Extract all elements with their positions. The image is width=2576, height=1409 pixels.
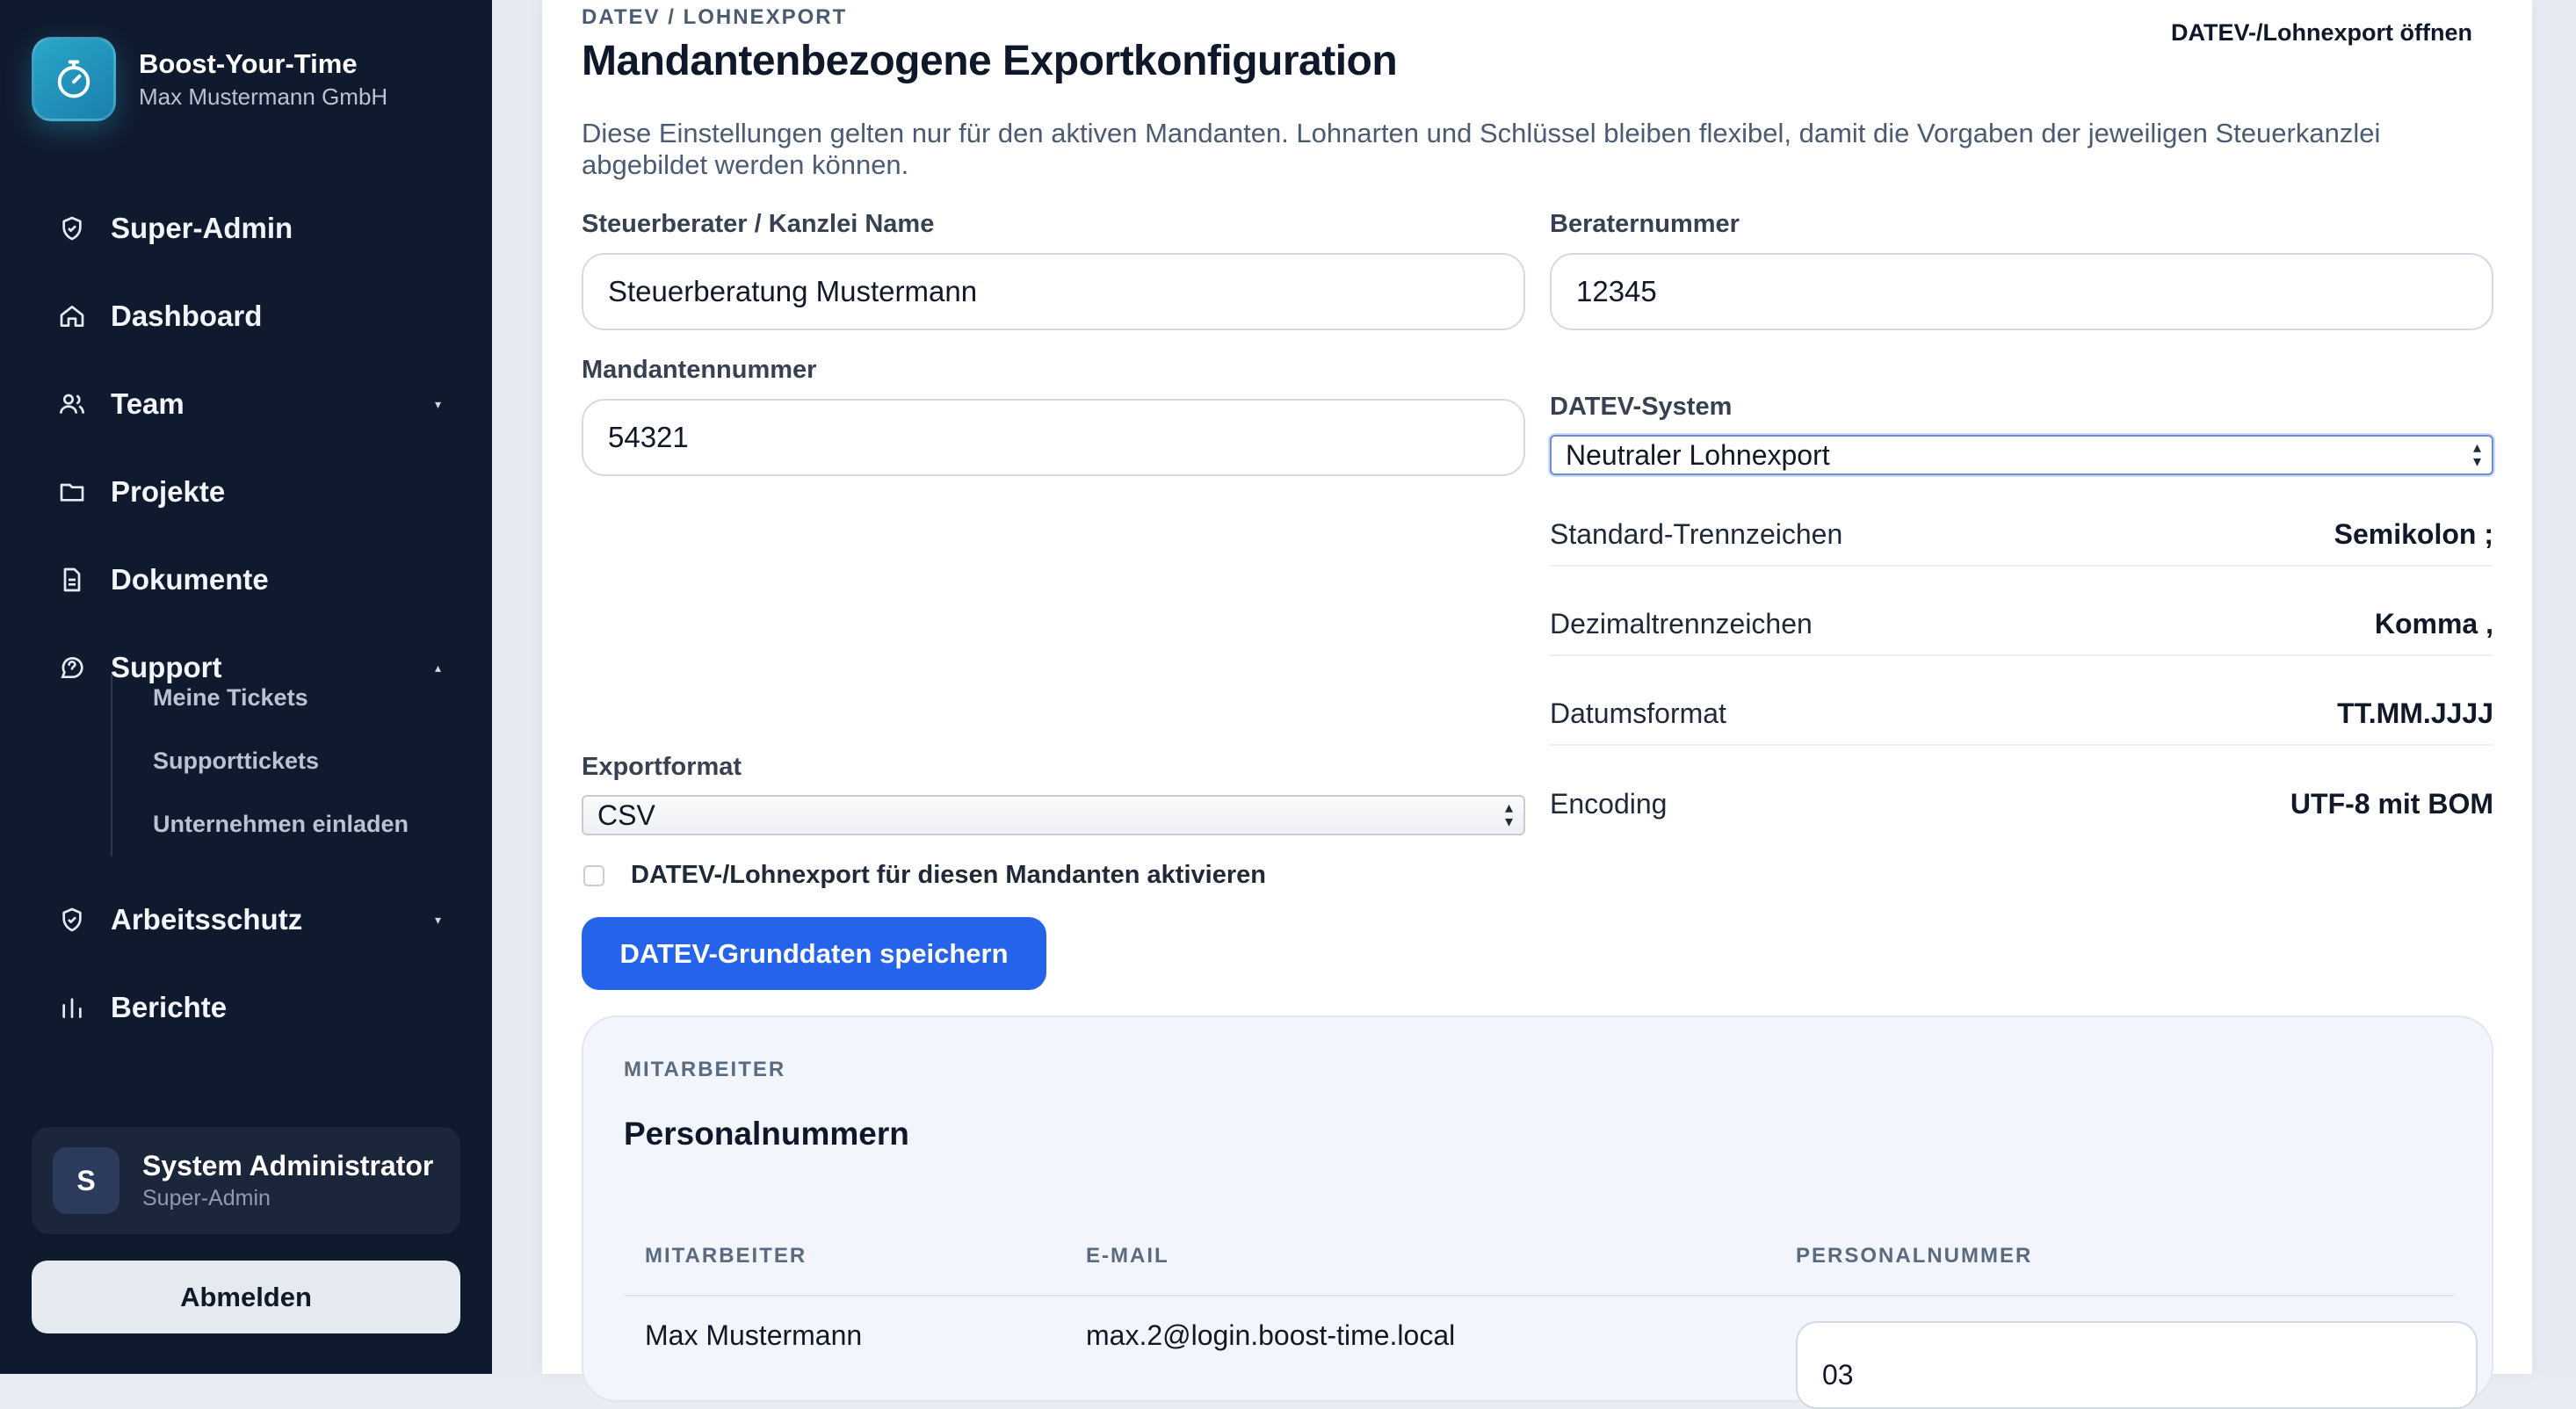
help-circle-icon	[54, 650, 90, 685]
user-role: Super-Admin	[142, 1186, 271, 1210]
brand[interactable]: Boost-Your-Time Max Mustermann GmbH	[32, 37, 387, 121]
sidebar-item-berichte[interactable]: Berichte	[54, 981, 441, 1034]
sidebar-item-label: Projekte	[111, 475, 226, 508]
sidebar-item-team[interactable]: Team ▾	[54, 378, 441, 430]
exportformat-select[interactable]: CSV ▴ ▾	[582, 795, 1525, 835]
user-card[interactable]: S System Administrator Super-Admin	[32, 1127, 460, 1234]
brand-title: Boost-Your-Time	[139, 47, 358, 79]
sidebar: Boost-Your-Time Max Mustermann GmbH Supe…	[0, 0, 492, 1374]
exportformat-label: Exportformat	[582, 753, 742, 781]
panel-title: Personalnummern	[624, 1116, 909, 1152]
select-arrows-icon: ▴ ▾	[1504, 798, 1513, 830]
calendar-icon	[54, 1078, 90, 1085]
user-name: System Administrator	[142, 1150, 434, 1181]
sidebar-item-dashboard[interactable]: Dashboard	[54, 290, 441, 343]
sidebar-item-label: Super-Admin	[111, 212, 293, 244]
folder-icon	[54, 474, 90, 509]
setting-row-dezimaltrennzeichen: Dezimaltrennzeichen Komma ,	[1550, 593, 2493, 656]
chevron-down-icon[interactable]: ▾	[435, 397, 441, 412]
setting-key: Standard-Trennzeichen	[1550, 517, 1843, 550]
sidebar-nav: Super-Admin Dashboard Team ▾ Projekte Do…	[0, 171, 492, 1085]
sidebar-item-arbeitsschutz[interactable]: Arbeitsschutz ▾	[54, 893, 441, 946]
sidebar-item-label: Arbeitsschutz	[111, 903, 303, 936]
setting-key: Dezimaltrennzeichen	[1550, 607, 1813, 639]
column-header-personalnummer: PERSONALNUMMER	[1796, 1244, 2033, 1268]
table-cell-name: Max Mustermann	[645, 1319, 863, 1351]
setting-value: Semikolon ;	[2334, 517, 2493, 550]
setting-row-trennzeichen: Standard-Trennzeichen Semikolon ;	[1550, 503, 2493, 567]
home-icon	[54, 299, 90, 334]
setting-row-encoding: Encoding UTF-8 mit BOM	[1550, 772, 2493, 835]
logout-button[interactable]: Abmelden	[32, 1261, 460, 1333]
users-icon	[54, 387, 90, 422]
activate-export-row[interactable]: DATEV-/Lohnexport für diesen Mandanten a…	[583, 861, 1266, 890]
page-description: Diese Einstellungen gelten nur für den a…	[582, 118, 2381, 180]
subnav-item-unternehmen-einladen[interactable]: Unternehmen einladen	[153, 811, 409, 838]
document-icon	[54, 562, 90, 597]
setting-key: Encoding	[1550, 787, 1668, 820]
datev-system-select[interactable]: Neutraler Lohnexport ▴ ▾	[1550, 435, 2493, 475]
sidebar-item-label: Berichte	[111, 991, 228, 1023]
activate-export-checkbox[interactable]	[583, 864, 604, 886]
setting-value: UTF-8 mit BOM	[2290, 787, 2493, 820]
support-subnav: Meine Tickets Supporttickets Unternehmen…	[111, 674, 427, 856]
open-datev-export-link[interactable]: DATEV-/Lohnexport öffnen	[2171, 19, 2472, 47]
setting-key: Datumsformat	[1550, 697, 1726, 729]
sidebar-item-label: Team	[111, 387, 185, 420]
beraternummer-field[interactable]	[1550, 253, 2493, 330]
setting-value: Komma ,	[2374, 607, 2493, 639]
setting-value: TT.MM.JJJJ	[2337, 697, 2493, 729]
save-datev-button[interactable]: DATEV-Grunddaten speichern	[582, 917, 1046, 990]
kanzlei-name-field[interactable]	[582, 253, 1525, 330]
table-header-divider	[624, 1295, 2455, 1297]
datev-system-value: Neutraler Lohnexport	[1566, 438, 1830, 471]
shield-check-icon	[54, 211, 90, 246]
mandantennummer-field[interactable]	[582, 399, 1525, 476]
sidebar-item-super-admin[interactable]: Super-Admin	[54, 202, 441, 255]
panel-eyebrow: MITARBEITER	[624, 1058, 786, 1081]
mandantennummer-label: Mandantennummer	[582, 356, 817, 384]
column-header-email: E-MAIL	[1086, 1244, 1169, 1268]
select-arrows-icon: ▴ ▾	[2472, 438, 2481, 470]
setting-row-datumsformat: Datumsformat TT.MM.JJJJ	[1550, 683, 2493, 746]
datev-system-label: DATEV-System	[1550, 393, 1733, 421]
subnav-item-supporttickets[interactable]: Supporttickets	[153, 748, 319, 775]
exportformat-value: CSV	[597, 798, 655, 831]
kanzlei-label: Steuerberater / Kanzlei Name	[582, 210, 935, 238]
sidebar-item-dokumente[interactable]: Dokumente	[54, 553, 441, 606]
activate-export-label[interactable]: DATEV-/Lohnexport für diesen Mandanten a…	[631, 861, 1266, 890]
avatar: S	[53, 1147, 119, 1214]
sidebar-item-label: Dashboard	[111, 300, 263, 332]
sidebar-item-partial[interactable]	[54, 1069, 441, 1085]
sidebar-item-label: Dokumente	[111, 563, 269, 596]
personalnummer-input[interactable]	[1796, 1321, 2478, 1409]
sidebar-item-projekte[interactable]: Projekte	[54, 466, 441, 518]
column-header-mitarbeiter: MITARBEITER	[645, 1244, 807, 1268]
subnav-item-meine-tickets[interactable]: Meine Tickets	[153, 684, 308, 712]
chevron-down-icon[interactable]: ▾	[435, 913, 441, 928]
bar-chart-icon	[54, 990, 90, 1025]
shield-check-icon	[54, 902, 90, 937]
section-eyebrow: DATEV / LOHNEXPORT	[582, 5, 848, 29]
beraternummer-label: Beraternummer	[1550, 210, 1740, 238]
brand-subtitle: Max Mustermann GmbH	[139, 83, 388, 110]
stopwatch-icon	[32, 37, 116, 121]
personalnummern-panel: MITARBEITER Personalnummern MITARBEITER …	[582, 1015, 2493, 1409]
chevron-up-icon[interactable]: ▴	[435, 661, 441, 676]
table-cell-email: max.2@login.boost-time.local	[1086, 1319, 1456, 1351]
page-title: Mandantenbezogene Exportkonfiguration	[582, 38, 1398, 84]
